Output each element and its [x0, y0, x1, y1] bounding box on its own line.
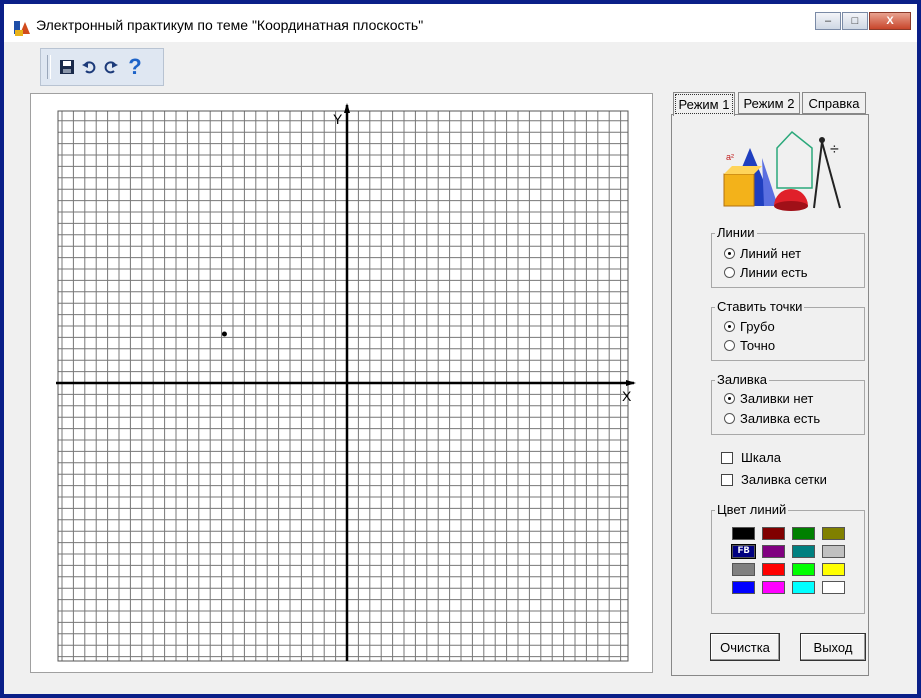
x-axis-label: X [622, 388, 632, 404]
title-bar: Электронный практикум по теме "Координат… [4, 4, 917, 42]
radio-lines-none[interactable] [724, 248, 735, 259]
color-swatch[interactable] [762, 527, 785, 540]
fill-option-none-label: Заливки нет [740, 391, 814, 406]
radio-points-precise[interactable] [724, 340, 735, 351]
undo-icon [82, 61, 96, 74]
lines-option-present[interactable]: Линии есть [724, 265, 808, 280]
grid-fill-checkbox-box[interactable] [721, 473, 733, 486]
app-icon [14, 21, 30, 36]
scale-checkbox-box[interactable] [721, 451, 733, 464]
lines-group-title: Линии [715, 225, 757, 240]
color-swatch[interactable] [792, 563, 815, 576]
points-option-rough[interactable]: Грубо [724, 319, 775, 334]
color-swatch[interactable] [822, 545, 845, 558]
y-axis-arrow [344, 103, 350, 113]
fill-option-none[interactable]: Заливки нет [724, 391, 813, 406]
points-option-rough-label: Грубо [740, 319, 775, 334]
color-swatch[interactable] [792, 545, 815, 558]
radio-fill-none[interactable] [724, 393, 735, 404]
color-swatch[interactable] [822, 563, 845, 576]
color-swatch[interactable] [732, 581, 755, 594]
line-colors-title: Цвет линий [715, 502, 789, 517]
fill-group: Заливка Заливки нет Заливка есть [711, 372, 865, 435]
minimize-button[interactable]: – [815, 12, 841, 30]
grid-fill-checkbox[interactable]: Заливка сетки [721, 472, 827, 487]
scale-checkbox[interactable]: Шкала [721, 450, 781, 465]
svg-text:a²: a² [726, 152, 734, 162]
color-swatch[interactable] [792, 581, 815, 594]
points-option-precise-label: Точно [740, 338, 776, 353]
close-button[interactable]: X [869, 12, 911, 30]
redo-icon [104, 61, 118, 74]
color-swatch[interactable] [822, 581, 845, 594]
color-swatch[interactable] [732, 527, 755, 540]
y-axis-label: Y [333, 111, 343, 127]
points-group: Ставить точки Грубо Точно [711, 299, 865, 361]
lines-group: Линии Линий нет Линии есть [711, 225, 865, 288]
maximize-button[interactable]: □ [842, 12, 868, 30]
fill-group-title: Заливка [715, 372, 770, 387]
svg-text:÷: ÷ [830, 141, 839, 158]
toolbar: ? [40, 48, 164, 86]
lines-option-none[interactable]: Линий нет [724, 246, 801, 261]
tab-mode-1[interactable]: Режим 1 [673, 92, 735, 116]
save-icon [60, 60, 74, 74]
color-swatch[interactable] [732, 563, 755, 576]
color-swatch[interactable] [762, 563, 785, 576]
color-swatch[interactable]: FB [731, 544, 756, 559]
x-axis-arrow [626, 380, 636, 386]
color-swatch[interactable] [762, 581, 785, 594]
coordinate-canvas[interactable]: XY [30, 93, 653, 673]
plotted-point[interactable] [221, 331, 227, 337]
geometry-illustration: ÷ a² [723, 130, 841, 211]
lines-option-present-label: Линии есть [740, 265, 808, 280]
radio-lines-present[interactable] [724, 267, 735, 278]
clear-button[interactable]: Очистка [710, 633, 780, 661]
grid-fill-checkbox-label: Заливка сетки [741, 472, 827, 487]
color-swatch[interactable] [762, 545, 785, 558]
redo-button[interactable] [101, 57, 121, 77]
window-title: Электронный практикум по теме "Координат… [36, 17, 424, 33]
lines-option-none-label: Линий нет [740, 246, 802, 261]
points-option-precise[interactable]: Точно [724, 338, 775, 353]
exit-button[interactable]: Выход [800, 633, 866, 661]
points-group-title: Ставить точки [715, 299, 805, 314]
radio-points-rough[interactable] [724, 321, 735, 332]
tab-help[interactable]: Справка [802, 92, 866, 114]
fill-option-present[interactable]: Заливка есть [724, 411, 820, 426]
save-button[interactable] [57, 57, 77, 77]
toolbar-grip[interactable] [47, 55, 51, 79]
line-colors-group: Цвет линий FB [711, 502, 865, 614]
tab-mode-2[interactable]: Режим 2 [738, 92, 800, 114]
coordinate-grid[interactable]: XY [31, 94, 652, 672]
scale-checkbox-label: Шкала [741, 450, 781, 465]
color-swatch[interactable] [792, 527, 815, 540]
color-swatch[interactable] [822, 527, 845, 540]
radio-fill-present[interactable] [724, 413, 735, 424]
undo-button[interactable] [79, 57, 99, 77]
fill-option-present-label: Заливка есть [740, 411, 821, 426]
help-button[interactable]: ? [125, 54, 145, 79]
